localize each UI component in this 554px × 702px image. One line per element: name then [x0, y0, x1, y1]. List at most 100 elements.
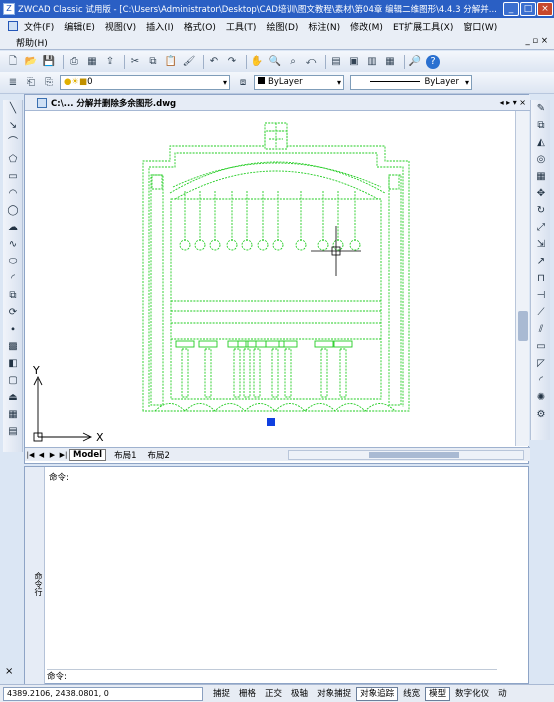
- status-toggle[interactable]: 对象捕捉: [313, 687, 355, 701]
- point-icon[interactable]: ∙: [5, 322, 21, 338]
- move-icon[interactable]: ✥: [533, 186, 549, 202]
- explode-icon[interactable]: ✺: [533, 390, 549, 406]
- stretch-icon[interactable]: ⇲: [533, 237, 549, 253]
- horizontal-scroll-thumb[interactable]: [368, 451, 459, 458]
- region-icon[interactable]: ◧: [5, 356, 21, 372]
- vertical-scrollbar[interactable]: [515, 111, 529, 446]
- menu-item[interactable]: 修改(M): [350, 20, 383, 33]
- revcloud-icon[interactable]: ☁: [5, 220, 21, 236]
- arc-icon[interactable]: ◠: [5, 186, 21, 202]
- paste-icon[interactable]: 📋: [164, 55, 178, 69]
- status-toggle[interactable]: 栅格: [235, 687, 260, 701]
- line-icon[interactable]: ╲: [5, 101, 21, 117]
- doc-icon[interactable]: [8, 21, 18, 31]
- ray-icon[interactable]: ↘: [5, 118, 21, 134]
- status-toggle[interactable]: 极轴: [287, 687, 312, 701]
- menu-item[interactable]: 文件(F): [24, 20, 54, 33]
- horizontal-scrollbar[interactable]: [287, 449, 524, 460]
- polygon-icon[interactable]: ⬠: [5, 152, 21, 168]
- ellipse-icon[interactable]: ⬭: [5, 254, 21, 270]
- menu-item[interactable]: 格式(O): [184, 20, 216, 33]
- undo-icon[interactable]: ↶: [207, 55, 221, 69]
- tab-layout1[interactable]: 布局1: [111, 449, 139, 461]
- copy-icon[interactable]: ⧉: [146, 55, 160, 69]
- cut-icon[interactable]: ✂: [128, 55, 142, 69]
- next-tab-icon[interactable]: ▶: [47, 451, 58, 459]
- menu-item[interactable]: 标注(N): [308, 20, 340, 33]
- design-center-icon[interactable]: ▣: [347, 55, 361, 69]
- zoom-window-icon[interactable]: ⌕: [286, 55, 300, 69]
- new-icon[interactable]: 🗋: [6, 55, 20, 69]
- drawing-canvas[interactable]: Y X: [25, 111, 515, 446]
- hatch-icon[interactable]: ▩: [5, 339, 21, 355]
- menu-item[interactable]: 插入(I): [146, 20, 174, 33]
- linetype-select[interactable]: ByLayer: [350, 75, 472, 90]
- rectangle-icon[interactable]: ▭: [5, 169, 21, 185]
- copy-object-icon[interactable]: ⧉: [533, 118, 549, 134]
- first-tab-icon[interactable]: |◀: [25, 451, 36, 459]
- circle-icon[interactable]: ◯: [5, 203, 21, 219]
- redo-icon[interactable]: ↷: [225, 55, 239, 69]
- close-button[interactable]: ×: [537, 2, 553, 16]
- status-toggle[interactable]: 正交: [261, 687, 286, 701]
- print-icon[interactable]: ⎙: [67, 55, 81, 69]
- layer-select[interactable]: ●☀■0: [60, 75, 230, 90]
- ellipse-arc-icon[interactable]: ◜: [5, 271, 21, 287]
- layer-state-icon[interactable]: ⎘: [42, 76, 56, 90]
- color-select[interactable]: ByLayer: [254, 75, 344, 90]
- menu-item[interactable]: 窗口(W): [463, 20, 497, 33]
- array-icon[interactable]: ▦: [533, 169, 549, 185]
- document-tab[interactable]: C:\... 分解并删除多余图形.dwg ◂ ▸ ▾ ×: [25, 95, 530, 111]
- mdi-controls[interactable]: _ ▫ ×: [525, 36, 548, 46]
- lengthen-icon[interactable]: ↗: [533, 254, 549, 270]
- menu-item[interactable]: 视图(V): [105, 20, 136, 33]
- spline-icon[interactable]: ∿: [5, 237, 21, 253]
- scale-icon[interactable]: ⤢: [533, 220, 549, 236]
- pan-icon[interactable]: ✋: [250, 55, 264, 69]
- tab-layout2[interactable]: 布局2: [144, 449, 172, 461]
- maximize-button[interactable]: □: [520, 2, 536, 16]
- extend-icon[interactable]: ⊣: [533, 288, 549, 304]
- polyline-icon[interactable]: ⌒: [5, 135, 21, 151]
- join-icon[interactable]: ▭: [533, 339, 549, 355]
- boundary-icon[interactable]: ⏏: [5, 390, 21, 406]
- calculator-icon[interactable]: ▦: [383, 55, 397, 69]
- properties-icon[interactable]: ▤: [329, 55, 343, 69]
- status-toggle[interactable]: 动: [494, 687, 511, 701]
- trim-icon[interactable]: ⊓: [533, 271, 549, 287]
- layer-previous-icon[interactable]: ⎗: [24, 76, 38, 90]
- table-icon[interactable]: ▦: [5, 407, 21, 423]
- vertical-scroll-thumb[interactable]: [518, 311, 528, 341]
- status-toggle[interactable]: 线宽: [399, 687, 424, 701]
- save-icon[interactable]: 💾: [42, 55, 56, 69]
- search-icon[interactable]: 🔎: [408, 55, 422, 69]
- last-tab-icon[interactable]: ▶|: [58, 451, 69, 459]
- open-icon[interactable]: 📂: [24, 55, 38, 69]
- preview-icon[interactable]: ▦: [85, 55, 99, 69]
- make-current-icon[interactable]: ⧈: [236, 76, 250, 90]
- fillet-icon[interactable]: ◜: [533, 373, 549, 389]
- prev-tab-icon[interactable]: ◀: [36, 451, 47, 459]
- command-prompt[interactable]: 命令:: [47, 669, 497, 682]
- mirror-icon[interactable]: ◭: [533, 135, 549, 151]
- properties-panel-icon[interactable]: ⚙: [533, 407, 549, 423]
- help-icon[interactable]: ?: [426, 54, 440, 69]
- status-toggle[interactable]: 模型: [425, 686, 451, 701]
- break-icon[interactable]: ⫽: [533, 322, 549, 338]
- status-toggle[interactable]: 数字化仪: [451, 687, 493, 701]
- make-block-icon[interactable]: ⟳: [5, 305, 21, 321]
- zoom-previous-icon[interactable]: ⤺: [304, 55, 318, 69]
- menu-item[interactable]: 编辑(E): [64, 20, 95, 33]
- wipeout-icon[interactable]: ▢: [5, 373, 21, 389]
- match-properties-icon[interactable]: 🖌: [182, 55, 196, 69]
- menu-item[interactable]: 帮助(H): [16, 36, 48, 49]
- status-toggle[interactable]: 对象追踪: [356, 686, 399, 701]
- doc-tab-controls[interactable]: ◂ ▸ ▾ ×: [500, 98, 526, 107]
- menu-item[interactable]: ET扩展工具(X): [393, 20, 453, 33]
- zoom-realtime-icon[interactable]: 🔍: [268, 55, 282, 69]
- menu-item[interactable]: 绘图(D): [266, 20, 298, 33]
- erase-icon[interactable]: ✎: [533, 101, 549, 117]
- status-toggle[interactable]: 捕捉: [209, 687, 234, 701]
- publish-icon[interactable]: ⇪: [103, 55, 117, 69]
- chamfer-icon[interactable]: ◸: [533, 356, 549, 372]
